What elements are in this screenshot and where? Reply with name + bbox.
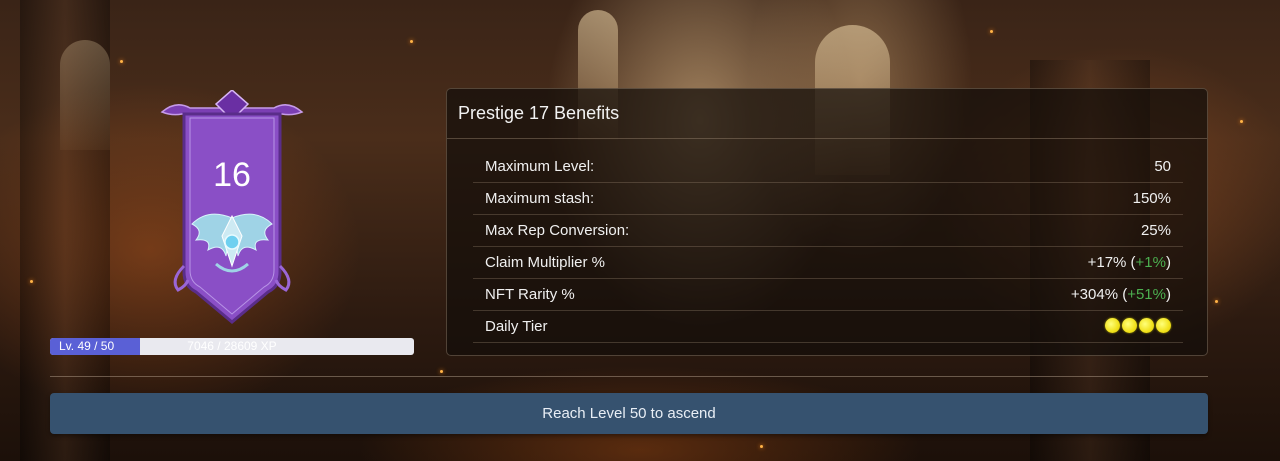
flower-star-icon (1139, 318, 1154, 333)
prestige-banner: 16 (156, 90, 308, 325)
benefit-value-group: +17% (+1%) (1088, 254, 1171, 271)
benefit-row-max-level: Maximum Level: 50 (473, 151, 1183, 183)
xp-progress-bar: Lv. 49 / 50 7046 / 28609 XP (50, 338, 414, 355)
banner-icon (160, 90, 304, 324)
benefit-value: +17% ( (1087, 254, 1136, 271)
benefit-label: NFT Rarity % (485, 286, 575, 303)
benefit-value-group: +304% (+51%) (1071, 286, 1171, 303)
benefit-bonus: +51% (1127, 286, 1166, 303)
benefit-row-nft-rarity: NFT Rarity % +304% (+51%) (473, 279, 1183, 311)
benefit-label: Claim Multiplier % (485, 254, 606, 271)
benefit-value-close: ) (1166, 254, 1171, 271)
panel-divider (447, 138, 1207, 139)
benefit-value-close: ) (1166, 286, 1171, 303)
benefits-panel: Prestige 17 Benefits Maximum Level: 50 M… (446, 88, 1208, 356)
prestige-screen: 16 Lv. 49 / 50 7046 / 28609 XP Prestige … (0, 0, 1280, 461)
background-spark (30, 280, 33, 283)
background-spark (760, 445, 763, 448)
background-spark (440, 370, 443, 373)
benefits-list: Maximum Level: 50 Maximum stash: 150% Ma… (473, 151, 1183, 343)
benefits-title: Prestige 17 Benefits (458, 103, 620, 123)
benefit-row-daily-tier: Daily Tier (473, 311, 1183, 343)
flower-star-icon (1122, 318, 1137, 333)
ascend-button[interactable]: Reach Level 50 to ascend (50, 393, 1208, 434)
background-spark (120, 60, 123, 63)
benefit-label: Maximum Level: (485, 158, 595, 175)
benefit-value: 50 (1154, 158, 1171, 175)
benefit-value: 150% (1132, 190, 1171, 207)
background-spark (1240, 120, 1243, 123)
benefit-label: Max Rep Conversion: (485, 222, 630, 239)
section-divider (50, 376, 1208, 377)
xp-points-text: 7046 / 28609 XP (187, 339, 277, 353)
benefit-label: Maximum stash: (485, 190, 595, 207)
background-window (60, 40, 110, 150)
daily-tier-stars (1105, 318, 1171, 333)
prestige-level-number: 16 (213, 156, 251, 194)
flower-star-icon (1105, 318, 1120, 333)
benefit-row-claim-multiplier: Claim Multiplier % +17% (+1%) (473, 247, 1183, 279)
background-spark (1215, 300, 1218, 303)
flower-star-icon (1156, 318, 1171, 333)
benefit-label: Daily Tier (485, 318, 548, 335)
benefit-bonus: +1% (1135, 254, 1166, 271)
benefit-row-rep-conversion: Max Rep Conversion: 25% (473, 215, 1183, 247)
benefit-value: +304% ( (1070, 286, 1128, 303)
benefit-row-max-stash: Maximum stash: 150% (473, 183, 1183, 215)
background-spark (990, 30, 993, 33)
benefit-value: 25% (1140, 222, 1171, 239)
background-spark (410, 40, 413, 43)
